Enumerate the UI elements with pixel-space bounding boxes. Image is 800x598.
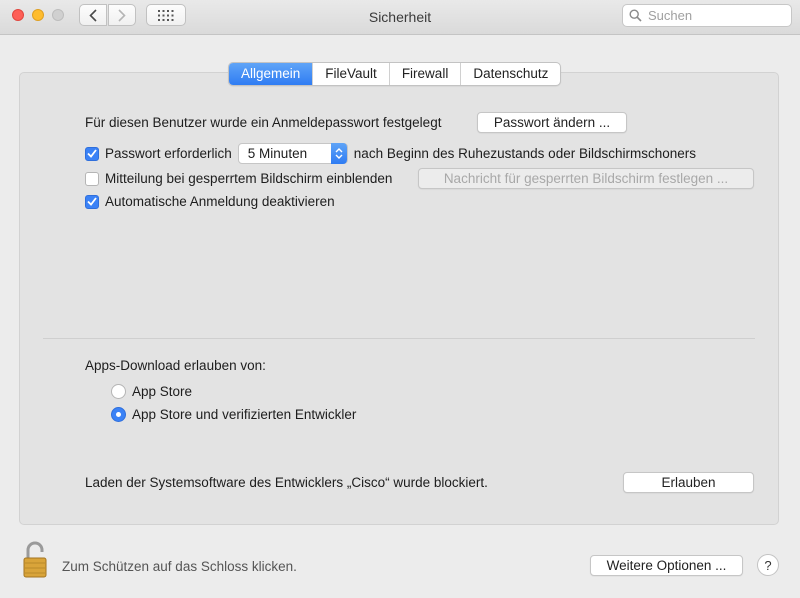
radio-app-store-verified-label: App Store und verifizierten Entwickler bbox=[132, 406, 357, 422]
search-icon bbox=[629, 9, 642, 22]
lock-message-label: Mitteilung bei gesperrtem Bildschirm ein… bbox=[105, 171, 393, 186]
tab-datenschutz[interactable]: Datenschutz bbox=[460, 63, 560, 85]
after-sleep-text: nach Beginn des Ruhezustands oder Bildsc… bbox=[353, 146, 696, 161]
disable-autologin-checkbox[interactable] bbox=[85, 194, 99, 209]
tab-allgemein[interactable]: Allgemein bbox=[229, 63, 313, 85]
more-options-button[interactable]: Weitere Optionen ... bbox=[590, 555, 743, 576]
select-arrows-icon bbox=[330, 143, 347, 164]
blocked-software-text: Laden der Systemsoftware des Entwicklers… bbox=[85, 475, 488, 490]
title-bar: Sicherheit bbox=[0, 0, 800, 35]
require-password-checkbox[interactable] bbox=[85, 146, 99, 161]
radio-app-store-label: App Store bbox=[132, 383, 193, 399]
section-divider bbox=[43, 338, 755, 339]
help-button[interactable]: ? bbox=[757, 554, 779, 576]
tab-firewall[interactable]: Firewall bbox=[388, 63, 461, 85]
search-input[interactable] bbox=[646, 7, 780, 24]
checkmark-icon bbox=[87, 197, 97, 206]
radio-app-store[interactable] bbox=[111, 383, 126, 399]
lock-message-checkbox[interactable] bbox=[85, 171, 99, 186]
change-password-button[interactable]: Passwort ändern ... bbox=[477, 112, 627, 133]
lock-open-icon[interactable] bbox=[20, 541, 54, 579]
lock-hint-text: Zum Schützen auf das Schloss klicken. bbox=[62, 559, 297, 574]
require-password-label: Passwort erforderlich bbox=[105, 146, 232, 161]
set-lock-message-button[interactable]: Nachricht für gesperrten Bildschirm fest… bbox=[418, 168, 754, 189]
downloads-heading: Apps-Download erlauben von: bbox=[85, 357, 266, 373]
settings-panel bbox=[19, 72, 779, 525]
tab-filevault[interactable]: FileVault bbox=[312, 63, 389, 85]
checkmark-icon bbox=[87, 149, 97, 158]
search-field[interactable] bbox=[622, 4, 792, 27]
tab-bar: Allgemein FileVault Firewall Datenschutz bbox=[228, 62, 562, 86]
password-set-text: Für diesen Benutzer wurde ein Anmeldepas… bbox=[85, 115, 442, 130]
allow-button[interactable]: Erlauben bbox=[623, 472, 754, 493]
password-delay-value: 5 Minuten bbox=[247, 146, 308, 161]
radio-app-store-verified[interactable] bbox=[111, 406, 126, 422]
disable-autologin-label: Automatische Anmeldung deaktivieren bbox=[105, 194, 335, 209]
password-delay-select[interactable]: 5 Minuten bbox=[237, 143, 348, 164]
